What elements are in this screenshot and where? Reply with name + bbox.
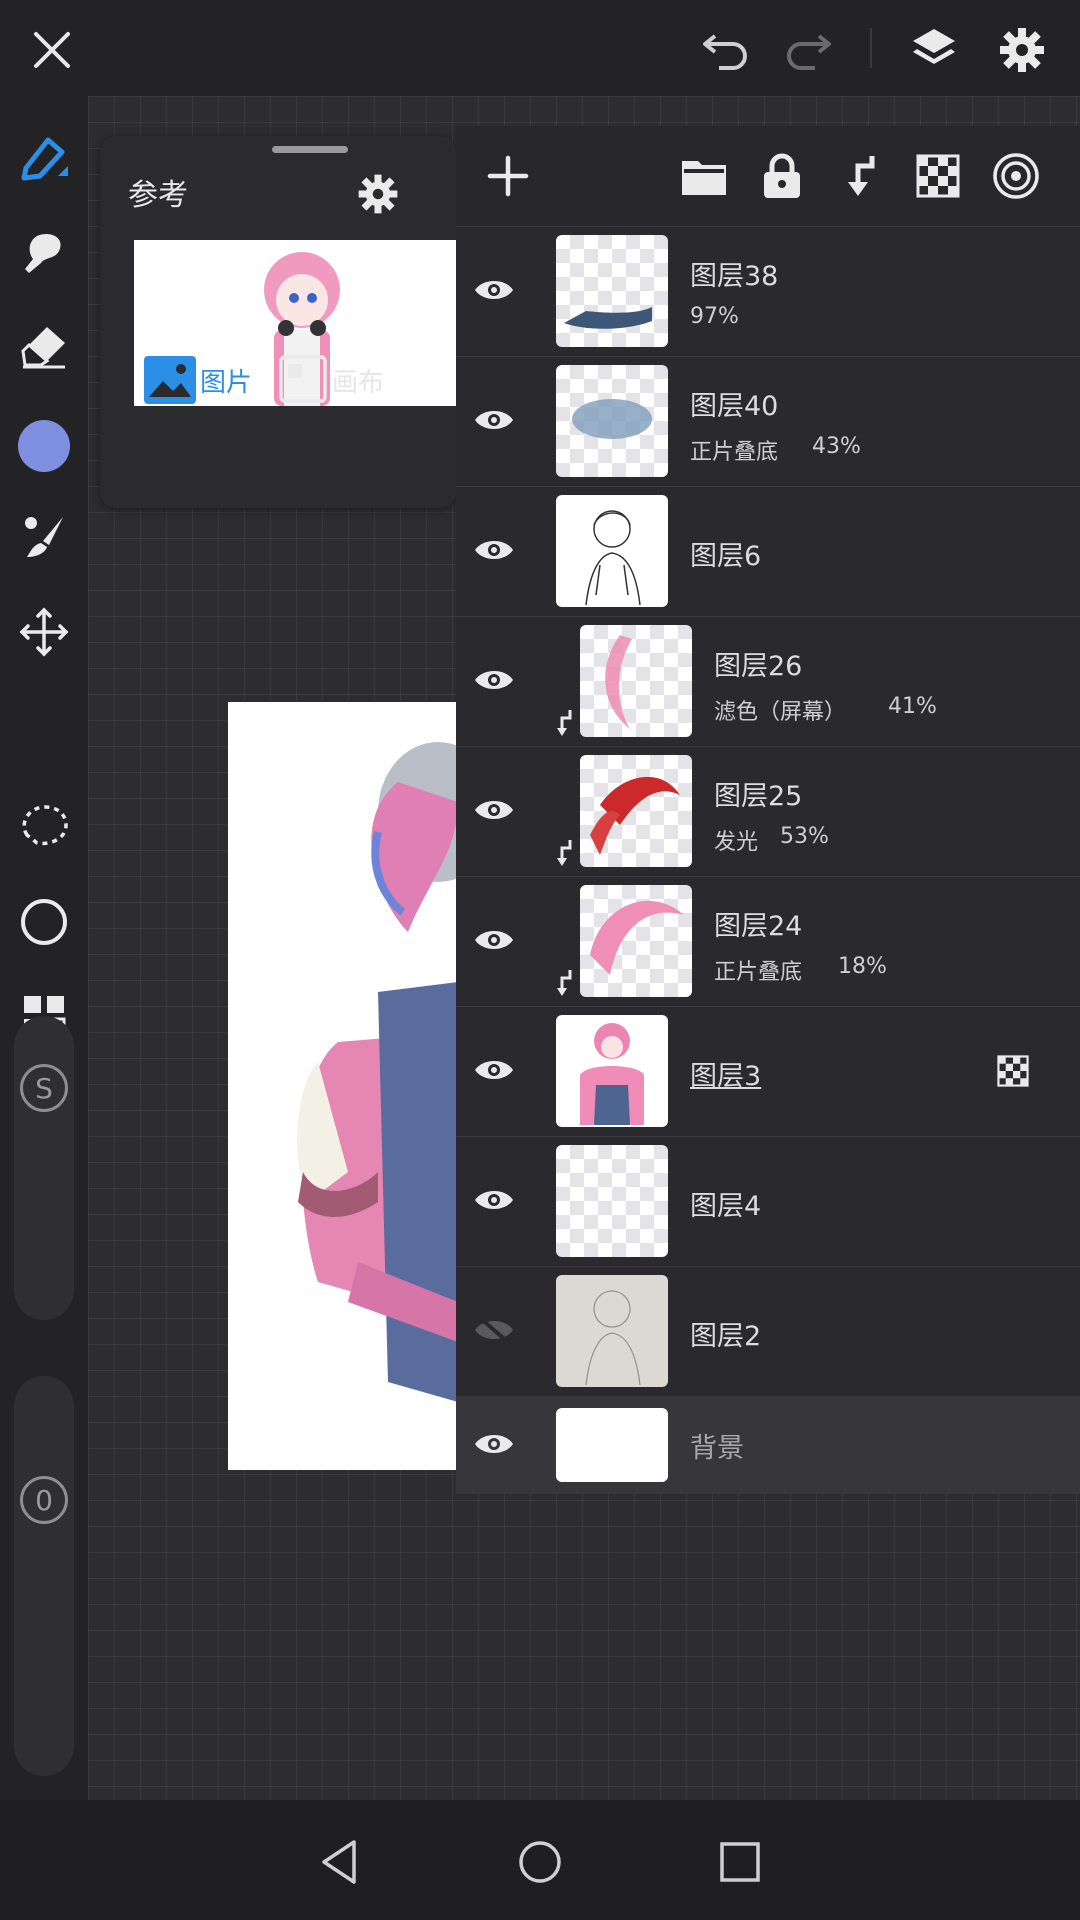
layer-row[interactable]: 图层40 正片叠底 43% xyxy=(456,356,1080,487)
layer-row-active[interactable]: 图层3 xyxy=(456,1006,1080,1137)
clip-arrow-icon xyxy=(552,706,576,740)
layer-opacity: 43% xyxy=(812,434,861,459)
opacity-slider-label: 0 xyxy=(20,1476,68,1524)
visibility-eye-icon[interactable] xyxy=(464,394,524,446)
visibility-eye-icon[interactable] xyxy=(464,1174,524,1226)
layer-thumbnail xyxy=(580,755,692,867)
background-layer-row[interactable]: 背景 xyxy=(456,1396,1080,1494)
visibility-eye-icon[interactable] xyxy=(464,1044,524,1096)
layer-opacity: 41% xyxy=(888,694,937,719)
reference-tab-canvas-icon[interactable] xyxy=(278,354,328,404)
layers-panel: 图层38 97% 图层40 正片叠底 43% 图层6 图层26 滤色（屏幕） 4… xyxy=(456,126,1080,1494)
visibility-eye-icon[interactable] xyxy=(464,524,524,576)
layer-name: 图层2 xyxy=(690,1321,762,1352)
layer-name: 图层25 xyxy=(714,781,803,812)
settings-gear-icon[interactable] xyxy=(992,20,1052,80)
current-color-swatch[interactable] xyxy=(18,420,70,472)
eraser-tool-icon[interactable] xyxy=(14,316,74,376)
left-toolbar: S 0 xyxy=(0,96,88,1800)
layer-row[interactable]: 图层24 正片叠底 18% xyxy=(456,876,1080,1007)
layers-icon[interactable] xyxy=(904,20,964,80)
undo-icon[interactable] xyxy=(698,22,754,78)
clipping-mask-icon[interactable] xyxy=(830,146,890,206)
brush-settings-icon[interactable] xyxy=(14,506,74,566)
layer-name: 图层4 xyxy=(690,1191,762,1222)
layer-row[interactable]: 图层38 97% xyxy=(456,226,1080,357)
reference-panel: 参考 图片 画布 xyxy=(100,136,456,508)
layer-thumbnail xyxy=(556,1275,668,1387)
layer-name: 图层3 xyxy=(690,1061,762,1092)
layer-name: 图层26 xyxy=(714,651,803,682)
layer-thumbnail xyxy=(556,365,668,477)
layer-blend-mode: 正片叠底 xyxy=(690,440,779,465)
background-thumbnail xyxy=(556,1408,668,1482)
toolbar-divider xyxy=(870,28,872,68)
lasso-select-icon[interactable] xyxy=(14,796,74,856)
alpha-lock-icon[interactable] xyxy=(908,146,968,206)
nav-home-icon[interactable] xyxy=(508,1830,572,1894)
visibility-eye-icon[interactable] xyxy=(464,264,524,316)
visibility-eye-icon[interactable] xyxy=(464,914,524,966)
layer-thumbnail xyxy=(556,495,668,607)
brush-opacity-slider[interactable]: 0 xyxy=(14,1376,74,1776)
layer-row[interactable]: 图层25 发光 53% xyxy=(456,746,1080,877)
reference-drag-handle[interactable] xyxy=(272,146,348,153)
visibility-eye-icon[interactable] xyxy=(464,1418,524,1470)
reference-title: 参考 xyxy=(128,178,188,213)
canvas-artwork[interactable] xyxy=(228,702,458,1470)
pen-tool-icon[interactable] xyxy=(14,128,74,188)
layer-blend-mode: 发光 xyxy=(714,830,759,855)
layer-name: 图层38 xyxy=(690,261,779,292)
close-icon[interactable] xyxy=(24,22,80,78)
layer-thumbnail xyxy=(580,885,692,997)
reference-tab-image-label[interactable]: 图片 xyxy=(200,362,252,399)
layer-row[interactable]: 图层4 xyxy=(456,1136,1080,1267)
layer-blend-mode: 正片叠底 xyxy=(714,960,803,985)
layer-thumbnail xyxy=(556,1145,668,1257)
layer-row[interactable]: 图层2 xyxy=(456,1266,1080,1397)
layer-thumbnail xyxy=(580,625,692,737)
clip-arrow-icon xyxy=(552,836,576,870)
background-layer-name: 背景 xyxy=(690,1433,744,1464)
layer-thumbnail xyxy=(556,235,668,347)
layer-blend-mode: 滤色（屏幕） xyxy=(714,700,847,725)
redo-icon[interactable] xyxy=(780,22,836,78)
reference-tab-canvas-label[interactable]: 画布 xyxy=(332,362,384,399)
layer-name: 图层6 xyxy=(690,541,762,572)
visibility-eye-icon[interactable] xyxy=(464,654,524,706)
visibility-eye-icon[interactable] xyxy=(464,784,524,836)
layer-opacity: 97% xyxy=(690,304,739,329)
nav-recents-icon[interactable] xyxy=(708,1830,772,1894)
layer-row[interactable]: 图层6 xyxy=(456,486,1080,617)
brush-size-slider[interactable]: S xyxy=(14,1016,74,1320)
layer-opacity: 18% xyxy=(838,954,887,979)
smudge-tool-icon[interactable] xyxy=(14,222,74,282)
layer-thumbnail xyxy=(556,1015,668,1127)
layer-row[interactable]: 图层26 滤色（屏幕） 41% xyxy=(456,616,1080,747)
transform-move-icon[interactable] xyxy=(14,602,74,662)
layers-toolbar xyxy=(456,126,1080,227)
folder-icon[interactable] xyxy=(674,146,734,206)
layer-opacity: 53% xyxy=(780,824,829,849)
nav-back-icon[interactable] xyxy=(308,1830,372,1894)
top-toolbar xyxy=(0,0,1080,96)
layer-name: 图层24 xyxy=(714,911,803,942)
size-slider-label: S xyxy=(20,1064,68,1112)
reference-layer-target-icon[interactable] xyxy=(986,146,1046,206)
system-nav-bar xyxy=(0,1800,1080,1920)
lock-icon[interactable] xyxy=(752,146,812,206)
layer-name: 图层40 xyxy=(690,391,779,422)
hidden-eye-icon[interactable] xyxy=(464,1304,524,1356)
shape-circle-icon[interactable] xyxy=(14,892,74,952)
reference-tab-image-icon[interactable] xyxy=(142,354,198,406)
reference-settings-gear-icon[interactable] xyxy=(350,166,406,222)
clip-arrow-icon xyxy=(552,966,576,1000)
add-layer-icon[interactable] xyxy=(478,146,538,206)
alpha-lock-indicator-icon xyxy=(996,1054,1030,1088)
